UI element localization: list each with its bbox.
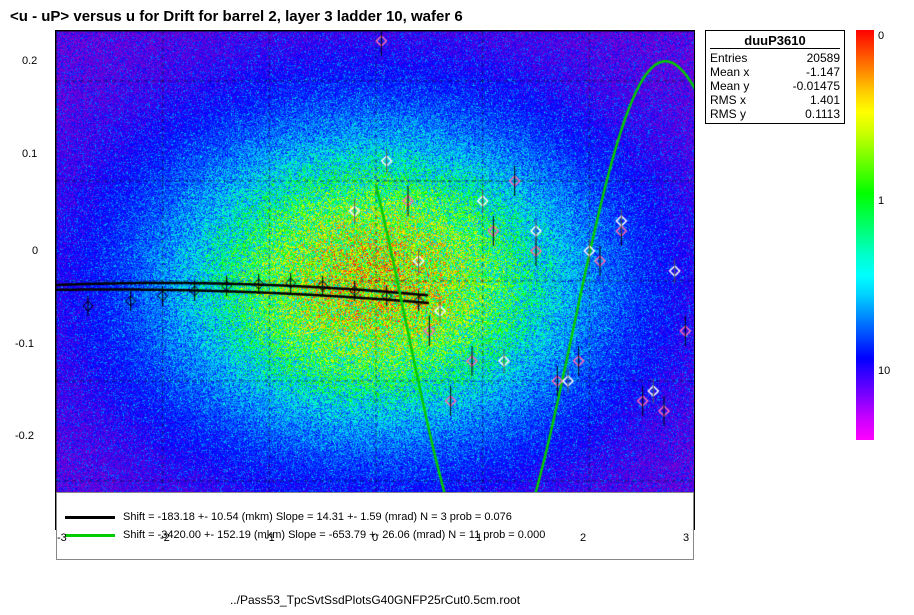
color-scale-bar <box>856 30 874 440</box>
stat-label-rmsx: RMS x <box>710 93 746 107</box>
y-tick-neg01: -0.1 <box>15 338 34 350</box>
plot-title: <u - uP> versus u for Drift for barrel 2… <box>10 8 463 25</box>
y-tick-0: 0 <box>32 245 38 257</box>
stat-label-meanx: Mean x <box>710 65 749 79</box>
scale-label-0: 0 <box>878 30 884 42</box>
y-tick-neg02: -0.2 <box>15 430 34 442</box>
color-scale <box>856 30 878 440</box>
stat-label-rmsy: RMS y <box>710 107 746 121</box>
stat-val-meany: -0.01475 <box>793 79 840 93</box>
fit-legend: Shift = -183.18 +- 10.54 (mkm) Slope = 1… <box>56 492 694 560</box>
heatmap-canvas <box>56 31 695 530</box>
stat-row-entries: Entries 20589 <box>710 51 840 65</box>
x-tick-2: 2 <box>580 532 586 544</box>
stat-label-meany: Mean y <box>710 79 749 93</box>
stat-val-rmsx: 1.401 <box>810 93 840 107</box>
stat-row-meany: Mean y -0.01475 <box>710 79 840 93</box>
black-line-sample <box>65 516 115 519</box>
x-tick-neg2: -2 <box>160 532 170 544</box>
stat-label-entries: Entries <box>710 51 747 65</box>
legend-entry-black: Shift = -183.18 +- 10.54 (mkm) Slope = 1… <box>57 508 693 526</box>
stat-val-meanx: -1.147 <box>806 65 840 79</box>
x-tick-neg3: -3 <box>57 532 67 544</box>
black-line-label: Shift = -183.18 +- 10.54 (mkm) Slope = 1… <box>123 511 512 523</box>
y-tick-02: 0.2 <box>22 55 37 67</box>
scale-label-10: 10 <box>878 365 890 377</box>
stat-entries: Entries 20589 Mean x -1.147 Mean y -0.01… <box>710 51 840 121</box>
stat-val-rmsy: 0.1113 <box>805 107 840 121</box>
plot-area <box>55 30 695 530</box>
stats-legend: duuP3610 Entries 20589 Mean x -1.147 Mea… <box>705 30 845 124</box>
stat-rows: Entries 20589 Mean x -1.147 Mean y -0.01… <box>710 51 840 121</box>
x-tick-1: 1 <box>476 532 482 544</box>
green-line-sample <box>65 534 115 537</box>
x-tick-0: 0 <box>372 532 378 544</box>
x-tick-3: 3 <box>683 532 689 544</box>
y-tick-01: 0.1 <box>22 148 37 160</box>
stat-val-entries: 20589 <box>807 51 840 65</box>
stat-row-rmsy: RMS y 0.1113 <box>710 107 840 121</box>
x-tick-neg1: -1 <box>265 532 275 544</box>
stat-row-rmsx: RMS x 1.401 <box>710 93 840 107</box>
main-container: <u - uP> versus u for Drift for barrel 2… <box>0 0 914 615</box>
stats-title: duuP3610 <box>710 33 840 49</box>
stat-row-meanx: Mean x -1.147 <box>710 65 840 79</box>
scale-label-1: 1 <box>878 195 884 207</box>
x-axis-label: ../Pass53_TpcSvtSsdPlotsG40GNFP25rCut0.5… <box>55 593 695 607</box>
